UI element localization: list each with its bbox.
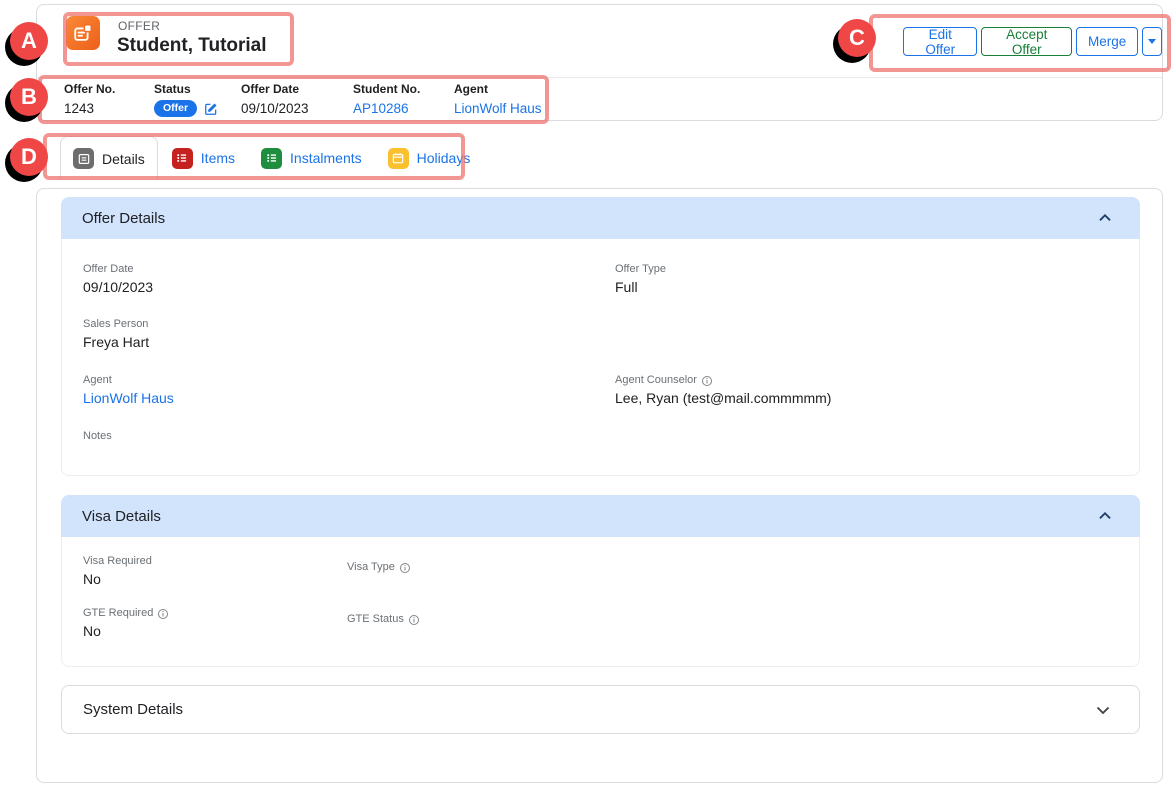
field-value: No xyxy=(83,623,169,640)
field-value: 09/10/2023 xyxy=(241,101,309,116)
field-label: GTE Required xyxy=(83,607,153,620)
info-icon[interactable] xyxy=(701,375,713,387)
tab-label: Details xyxy=(102,151,145,167)
tab-instalments[interactable]: Instalments xyxy=(249,136,374,180)
instalments-list-icon xyxy=(261,148,282,169)
info-icon[interactable] xyxy=(157,608,169,620)
tab-label: Holidays xyxy=(417,150,471,166)
student-no-link[interactable]: AP10286 xyxy=(353,101,420,116)
visa-details-body: Visa Required No Visa Type GTE Required xyxy=(61,537,1140,667)
entity-label: OFFER xyxy=(118,19,160,33)
tab-items[interactable]: Items xyxy=(160,136,247,180)
field-label: Agent xyxy=(83,374,112,387)
chevron-down-icon[interactable] xyxy=(1091,698,1115,722)
header-divider xyxy=(37,77,1162,78)
agent-link[interactable]: LionWolf Haus xyxy=(83,390,174,407)
field-label: Offer No. xyxy=(64,83,115,96)
edit-status-icon[interactable] xyxy=(204,102,218,116)
field-label: Status xyxy=(154,83,218,96)
offer-details-header[interactable]: Offer Details xyxy=(61,197,1140,239)
visa-details-section: Visa Details Visa Required No Visa Type xyxy=(61,495,1140,667)
field-label: Visa Required xyxy=(83,555,152,568)
field-offer-type: Offer Type Full xyxy=(615,263,666,296)
section-title: Offer Details xyxy=(82,210,165,227)
caret-down-icon xyxy=(1148,39,1156,44)
field-sales-person: Sales Person Freya Hart xyxy=(83,318,149,351)
accept-offer-button[interactable]: Accept Offer xyxy=(981,27,1071,56)
more-actions-button[interactable] xyxy=(1142,27,1162,56)
merge-button[interactable]: Merge xyxy=(1076,27,1138,56)
field-value: Freya Hart xyxy=(83,334,149,351)
items-list-icon xyxy=(172,148,193,169)
record-actions: Edit Offer Accept Offer Merge xyxy=(903,27,1162,56)
summary-field-student-no: Student No. AP10286 xyxy=(353,83,420,116)
details-panel: Offer Details Offer Date 09/10/2023 Offe… xyxy=(36,188,1163,783)
field-label: Offer Date xyxy=(83,263,134,276)
field-label: Visa Type xyxy=(347,561,395,574)
record-tabs: Details Items Instalments xyxy=(60,136,482,180)
section-title: Visa Details xyxy=(82,508,161,525)
field-value: Lee, Ryan (test@mail.commmmm) xyxy=(615,390,831,407)
annotation-badge-d: D xyxy=(10,138,48,176)
field-value: Full xyxy=(615,279,666,296)
field-value: 09/10/2023 xyxy=(83,279,153,296)
field-value: No xyxy=(83,571,152,588)
summary-field-offer-date: Offer Date 09/10/2023 xyxy=(241,83,309,116)
field-visa-required: Visa Required No xyxy=(83,555,152,588)
holidays-calendar-icon xyxy=(388,148,409,169)
field-agent-counselor: Agent Counselor Lee, Ryan (test@mail.com… xyxy=(615,374,831,407)
field-notes: Notes xyxy=(83,430,112,446)
field-offer-date: Offer Date 09/10/2023 xyxy=(83,263,153,296)
offer-icon xyxy=(66,16,100,50)
record-header-card: OFFER Student, Tutorial Edit Offer Accep… xyxy=(36,4,1163,121)
tab-label: Items xyxy=(201,150,235,166)
agent-link[interactable]: LionWolf Haus xyxy=(454,101,542,116)
details-doc-icon xyxy=(73,148,94,169)
field-gte-required: GTE Required No xyxy=(83,607,169,640)
field-label: GTE Status xyxy=(347,613,404,626)
field-agent: Agent LionWolf Haus xyxy=(83,374,174,407)
status-badge: Offer xyxy=(154,100,197,117)
field-label: Agent Counselor xyxy=(615,374,697,387)
edit-offer-button[interactable]: Edit Offer xyxy=(903,27,977,56)
page-title: Student, Tutorial xyxy=(117,35,267,57)
field-label: Offer Date xyxy=(241,83,309,96)
field-label: Student No. xyxy=(353,83,420,96)
info-icon[interactable] xyxy=(408,614,420,626)
summary-field-offer-no: Offer No. 1243 xyxy=(64,83,115,116)
tab-details[interactable]: Details xyxy=(60,136,158,180)
offer-record-page: OFFER Student, Tutorial Edit Offer Accep… xyxy=(0,0,1175,793)
chevron-up-icon[interactable] xyxy=(1094,207,1116,229)
field-label: Notes xyxy=(83,430,112,443)
field-visa-type: Visa Type xyxy=(347,561,411,577)
chevron-up-icon[interactable] xyxy=(1094,505,1116,527)
field-value: 1243 xyxy=(64,101,115,116)
tab-label: Instalments xyxy=(290,150,362,166)
offer-details-body: Offer Date 09/10/2023 Offer Type Full Sa… xyxy=(61,239,1140,476)
system-details-section[interactable]: System Details xyxy=(61,685,1140,734)
info-icon[interactable] xyxy=(399,562,411,574)
summary-field-agent: Agent LionWolf Haus xyxy=(454,83,542,116)
visa-details-header[interactable]: Visa Details xyxy=(61,495,1140,537)
section-title: System Details xyxy=(83,701,183,718)
tab-holidays[interactable]: Holidays xyxy=(376,136,483,180)
offer-details-section: Offer Details Offer Date 09/10/2023 Offe… xyxy=(61,197,1140,476)
field-gte-status: GTE Status xyxy=(347,613,420,629)
field-label: Agent xyxy=(454,83,542,96)
field-label: Sales Person xyxy=(83,318,148,331)
summary-field-status: Status Offer xyxy=(154,83,218,117)
field-label: Offer Type xyxy=(615,263,666,276)
